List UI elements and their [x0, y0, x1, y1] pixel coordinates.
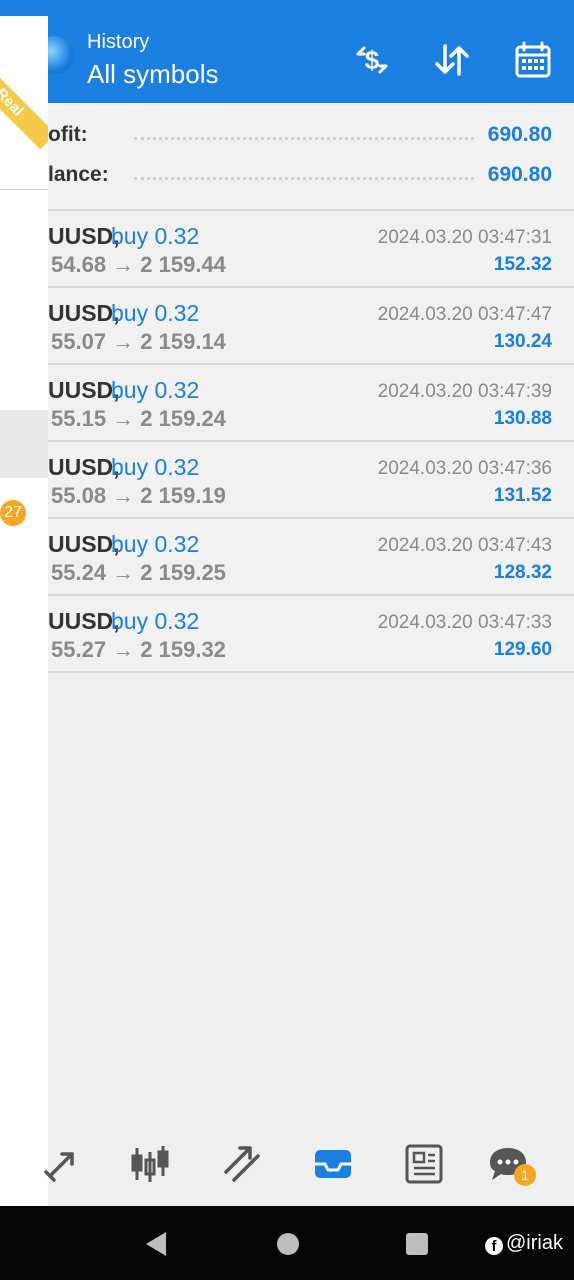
deal-row[interactable]: UUSD, buy 0.32 55.08 → 2 159.19 2024.03.…: [48, 442, 574, 519]
deal-profit: 131.52: [493, 485, 552, 506]
deal-row[interactable]: UUSD, buy 0.32 55.07 → 2 159.14 2024.03.…: [48, 288, 574, 365]
history-icon[interactable]: [311, 1142, 355, 1186]
deal-profit: 152.32: [493, 254, 552, 275]
balance-label: lance:: [48, 163, 109, 186]
exchange-dollar-icon[interactable]: $: [352, 40, 392, 80]
deal-time: 2024.03.20 03:47:33: [377, 612, 552, 633]
page-title[interactable]: All symbols: [87, 59, 218, 90]
deal-prices: 55.27 → 2 159.32: [51, 637, 226, 662]
drawer-divider: [0, 189, 48, 190]
drawer-badge: 27: [0, 500, 26, 526]
profit-row: ofit: 690.80: [48, 115, 574, 155]
deal-symbol: UUSD,: [48, 223, 120, 249]
deal-symbol: UUSD,: [48, 300, 120, 326]
balance-row: lance: 690.80: [48, 155, 574, 195]
chart-candles-icon[interactable]: [128, 1142, 172, 1186]
deal-symbol: UUSD,: [48, 531, 120, 557]
news-icon[interactable]: [402, 1142, 446, 1186]
deal-row[interactable]: UUSD, buy 0.32 55.15 → 2 159.24 2024.03.…: [48, 365, 574, 442]
account-type-ribbon: Real: [0, 56, 48, 150]
deal-side-volume: buy 0.32: [111, 300, 200, 326]
chat-badge: 1: [514, 1164, 536, 1186]
deal-profit: 130.24: [493, 331, 552, 352]
deal-time: 2024.03.20 03:47:47: [377, 304, 552, 325]
sort-icon[interactable]: [432, 40, 472, 80]
dotted-leader: [134, 137, 474, 140]
profit-value: 690.80: [487, 123, 552, 146]
deal-time: 2024.03.20 03:47:31: [377, 227, 552, 248]
deal-row[interactable]: UUSD, buy 0.32 55.24 → 2 159.25 2024.03.…: [48, 519, 574, 596]
watermark: f @iriak: [485, 1232, 563, 1255]
deal-symbol: UUSD,: [48, 608, 120, 634]
recents-icon[interactable]: [406, 1233, 428, 1255]
quotes-icon[interactable]: [40, 1142, 84, 1186]
deal-side-volume: buy 0.32: [111, 223, 200, 249]
deal-prices: 55.15 → 2 159.24: [51, 406, 226, 431]
app-bar: History All symbols $: [0, 0, 574, 103]
calendar-icon[interactable]: [513, 40, 553, 80]
dotted-leader: [134, 177, 474, 180]
drawer-selected-item[interactable]: [0, 410, 48, 478]
profit-label: ofit:: [48, 123, 88, 146]
deal-symbol: UUSD,: [48, 454, 120, 480]
side-drawer[interactable]: Real 27: [0, 16, 48, 1206]
deal-time: 2024.03.20 03:47:36: [377, 458, 552, 479]
deal-symbol: UUSD,: [48, 377, 120, 403]
facebook-icon: f: [485, 1237, 503, 1255]
back-icon[interactable]: [146, 1232, 166, 1256]
home-icon[interactable]: [277, 1233, 299, 1255]
deal-side-volume: buy 0.32: [111, 454, 200, 480]
deal-side-volume: buy 0.32: [111, 531, 200, 557]
page-subtitle: History: [87, 31, 150, 53]
deal-time: 2024.03.20 03:47:43: [377, 535, 552, 556]
bottom-navigation: [44, 1130, 574, 1206]
deal-prices: 55.07 → 2 159.14: [51, 329, 226, 354]
system-nav-bar: f @iriak: [0, 1206, 574, 1280]
deal-profit: 129.60: [493, 639, 552, 660]
deal-side-volume: buy 0.32: [111, 377, 200, 403]
deal-list: UUSD, buy 0.32 54.68 → 2 159.44 2024.03.…: [48, 211, 574, 673]
deal-prices: 55.08 → 2 159.19: [51, 483, 226, 508]
deal-prices: 54.68 → 2 159.44: [51, 252, 226, 277]
deal-prices: 55.24 → 2 159.25: [51, 560, 226, 585]
deal-row[interactable]: UUSD, buy 0.32 55.27 → 2 159.32 2024.03.…: [48, 596, 574, 673]
deal-side-volume: buy 0.32: [111, 608, 200, 634]
deal-profit: 130.88: [493, 408, 552, 429]
history-summary: ofit: 690.80 lance: 690.80: [48, 103, 574, 211]
deal-time: 2024.03.20 03:47:39: [377, 381, 552, 402]
deal-row[interactable]: UUSD, buy 0.32 54.68 → 2 159.44 2024.03.…: [48, 211, 574, 288]
watermark-handle: @iriak: [506, 1232, 563, 1254]
trade-icon[interactable]: [220, 1142, 264, 1186]
balance-value: 690.80: [487, 163, 552, 186]
deal-profit: 128.32: [493, 562, 552, 583]
svg-text:$: $: [365, 45, 380, 75]
